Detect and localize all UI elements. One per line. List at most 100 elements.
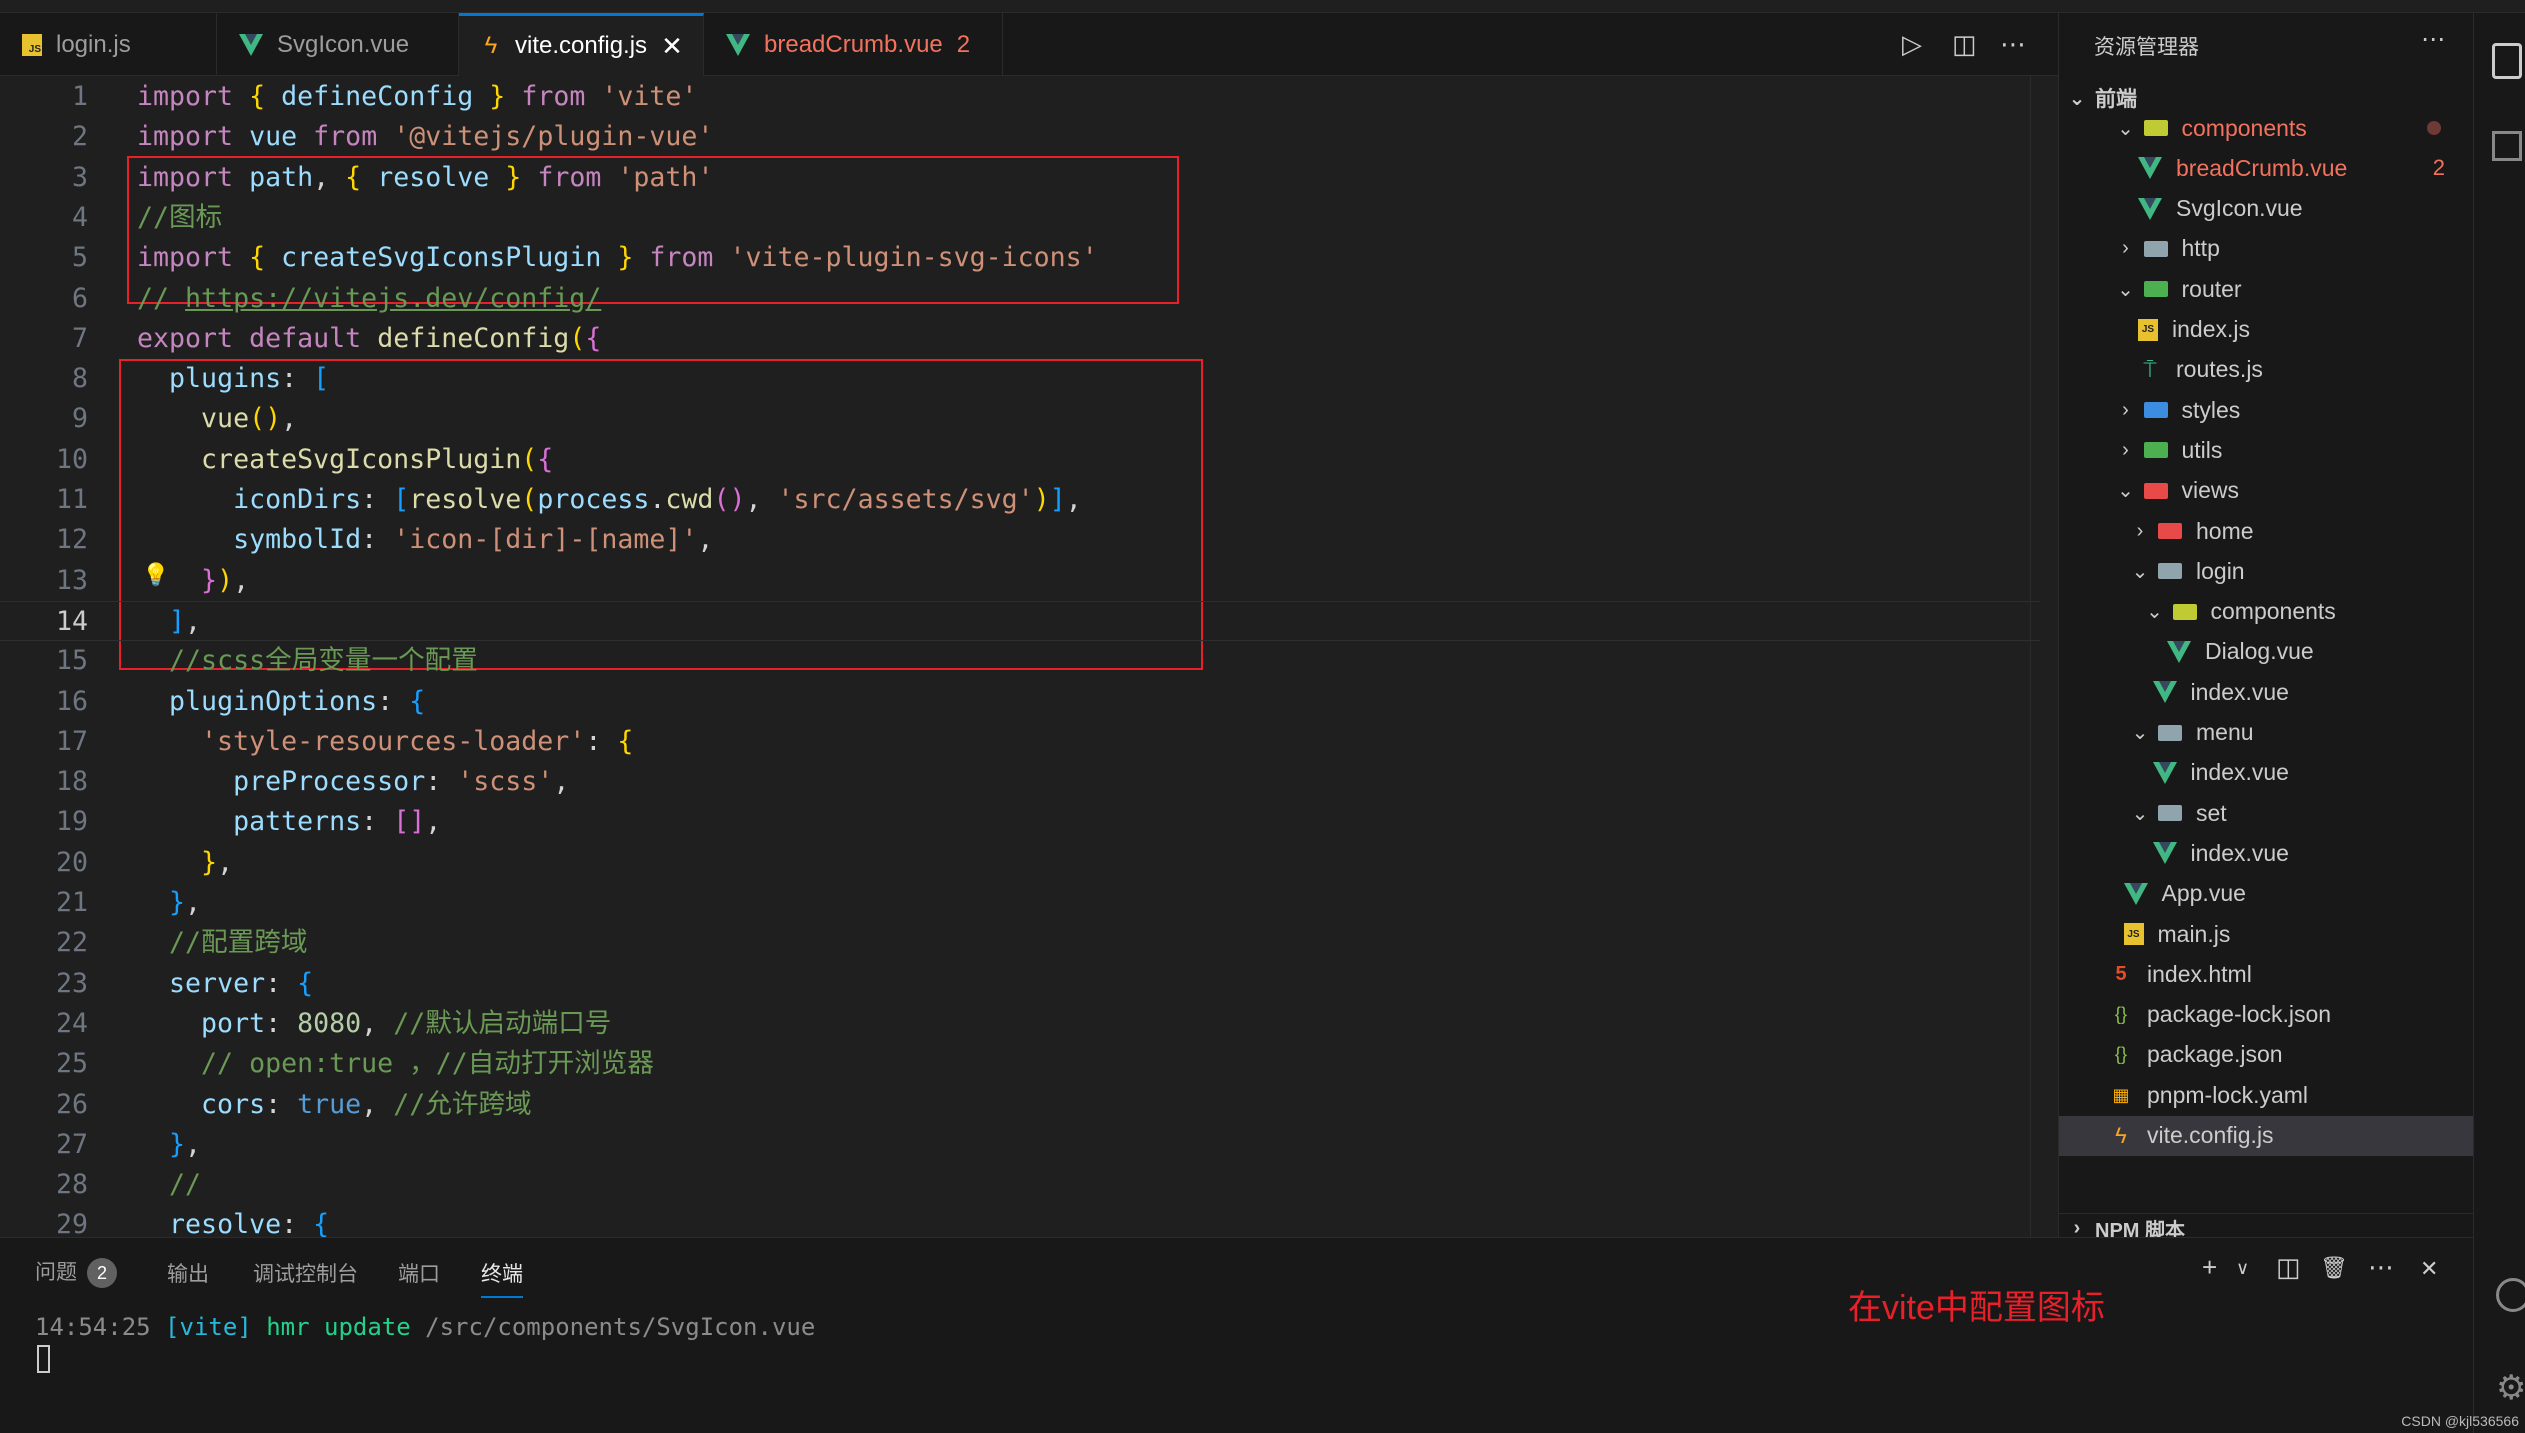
tree-folder[interactable]: › utils [2059,430,2473,470]
code-line[interactable]: 18 preProcessor: 'scss', [0,762,2040,802]
code-line[interactable]: 3 import path, { resolve } from 'path' [0,158,2040,198]
line-number: 11 [55,484,88,515]
code-line[interactable]: 2 import vue from '@vitejs/plugin-vue' [0,117,2040,157]
code-line[interactable]: 20 }, [0,843,2040,883]
code-line[interactable]: 26 cors: true, //允许跨域 [0,1085,2040,1125]
run-icon[interactable]: ▷ [1902,13,1922,76]
code-line[interactable]: 22 //配置跨域 [0,923,2040,963]
tree-folder[interactable]: ⌄ set [2059,793,2473,833]
code-line[interactable]: 1 import { defineConfig } from 'vite' [0,77,2040,117]
code-line[interactable]: 27 }, [0,1125,2040,1165]
code-line[interactable]: 8 plugins: [ [0,359,2040,399]
tab-debug-console[interactable]: 调试控制台 [253,1258,358,1288]
tree-folder[interactable]: ⌄ router [2059,269,2473,309]
code-line[interactable]: 24 port: 8080, //默认启动端口号 [0,1004,2040,1044]
tree-file[interactable]: ›{}package-lock.json [2059,995,2473,1035]
close-panel-icon[interactable]: ✕ [2420,1256,2438,1282]
settings-gear-icon[interactable]: ⚙ [2496,1368,2525,1408]
tree-file[interactable]: ›ϟvite.config.js [2059,1115,2473,1156]
code-line[interactable]: 6 // https://vitejs.dev/config/ [0,279,2040,319]
tree-file[interactable]: ›JSindex.js [2059,310,2473,350]
code-line[interactable]: 29 resolve: { [0,1205,2040,1237]
explorer-icon[interactable] [2492,43,2522,79]
chevron-down-icon[interactable]: ∨ [2236,1258,2249,1279]
title-strip [0,0,2525,13]
tab-login-js[interactable]: JS login.js [0,13,217,76]
split-terminal-icon[interactable]: ◫ [2276,1252,2301,1283]
code-editor[interactable]: 💡 1 import { defineConfig } from 'vite' 2 i… [0,76,2058,1237]
tree-file[interactable]: ›▦pnpm-lock.yaml [2059,1075,2473,1115]
code-line[interactable]: 10 createSvgIconsPlugin({ [0,440,2040,480]
more-actions-icon[interactable]: ⋯ [2000,13,2026,76]
code-token: cwd [665,484,714,515]
tree-folder[interactable]: ⌄ components [2059,108,2473,148]
code-line[interactable]: 21 }, [0,883,2040,923]
tree-folder[interactable]: ⌄ components [2059,592,2473,632]
account-icon[interactable] [2496,1278,2525,1312]
tree-file[interactable]: ›SvgIcon.vue [2059,189,2473,229]
code-token: , [185,887,202,918]
code-line[interactable]: 9 vue(), [0,399,2040,439]
new-terminal-icon[interactable]: + [2202,1252,2217,1283]
code-token: , [425,806,442,838]
extensions-icon[interactable] [2492,131,2522,161]
tree-folder[interactable]: › styles [2059,390,2473,430]
tree-file[interactable]: ›⍑routes.js [2059,350,2473,390]
tree-file[interactable]: ›App.vue [2059,874,2473,914]
tab-terminal[interactable]: 终端 [481,1258,523,1298]
tab-output[interactable]: 输出 [167,1258,209,1288]
code-token: //图标 [137,201,223,233]
tree-file[interactable]: ›index.vue [2059,672,2473,712]
tree-file[interactable]: ›JSmain.js [2059,914,2473,954]
code-line[interactable]: 23 server: { [0,964,2040,1004]
close-icon[interactable]: ✕ [661,31,683,62]
tree-file[interactable]: ›breadCrumb.vue2 [2059,148,2473,188]
tree-folder[interactable]: › http [2059,229,2473,269]
code-line[interactable]: 17 'style-resources-loader': { [0,722,2040,762]
code-line[interactable]: 14 ], [0,600,2040,641]
tab-svgicon-vue[interactable]: SvgIcon.vue [217,13,459,76]
terminal-output[interactable]: 14:54:25 [vite] hmr update /src/componen… [35,1313,815,1341]
code-line[interactable]: 25 // open:true ，//自动打开浏览器 [0,1044,2040,1084]
code-token: { [617,725,634,757]
code-line[interactable]: 16 pluginOptions: { [0,682,2040,722]
code-line[interactable]: 5 import { createSvgIconsPlugin } from 'v… [0,238,2040,278]
code-token: , [745,484,778,515]
tree-folder[interactable]: › home [2059,511,2473,551]
tree-file[interactable]: ›index.vue [2059,833,2473,873]
code-line[interactable]: 7 export default defineConfig({ [0,319,2040,359]
code-token: createSvgIconsPlugin [201,443,522,475]
code-line[interactable]: 4 //图标 [0,198,2040,238]
code-token: () [713,484,746,515]
tree-file[interactable]: ›Dialog.vue [2059,632,2473,672]
code-line[interactable]: 12 symbolId: 'icon-[dir]-[name]', [0,520,2040,560]
trash-icon[interactable]: 🗑 [2320,1255,2348,1281]
tree-folder[interactable]: ⌄ login [2059,551,2473,591]
code-line[interactable]: 13 }), [0,561,2040,601]
tab-ports[interactable]: 端口 [398,1258,440,1288]
tab-label: SvgIcon.vue [277,30,410,58]
split-editor-icon[interactable]: ◫ [1952,13,1977,76]
code-line[interactable]: 11 iconDirs: [resolve(process.cwd(), 'sr… [0,480,2040,520]
tab-breadcrumb-vue[interactable]: breadCrumb.vue 2 [704,13,1003,76]
bottom-panel: 问题 2 输出 调试控制台 端口 终端 + ∨ ◫ 🗑 ⋯ ✕ 14:54:25 … [0,1237,2473,1433]
tab-vite-config-js[interactable]: ϟ vite.config.js ✕ [459,13,704,76]
tree-file[interactable]: ›5index.html [2059,954,2473,994]
tab-problems[interactable]: 问题 2 [35,1256,117,1288]
code-token: cors [201,1088,266,1120]
more-icon[interactable]: ⋯ [2368,1252,2394,1283]
tree-file[interactable]: ›index.vue [2059,753,2473,793]
tree-folder[interactable]: ⌄ menu [2059,713,2473,753]
code-line[interactable]: 28 // [0,1165,2040,1205]
code-line[interactable]: 15 //scss全局变量一个配置 [0,641,2040,681]
code-line[interactable]: 19 patterns: [], [0,802,2040,842]
tree-folder[interactable]: ⌄ views [2059,471,2473,511]
more-icon[interactable]: ⋯ [2421,25,2445,54]
code-token: . [649,484,666,515]
code-content: preProcessor: 'scss', [137,762,569,802]
tree-file[interactable]: ›{}package.json [2059,1035,2473,1075]
code-content: server: { [137,964,313,1004]
